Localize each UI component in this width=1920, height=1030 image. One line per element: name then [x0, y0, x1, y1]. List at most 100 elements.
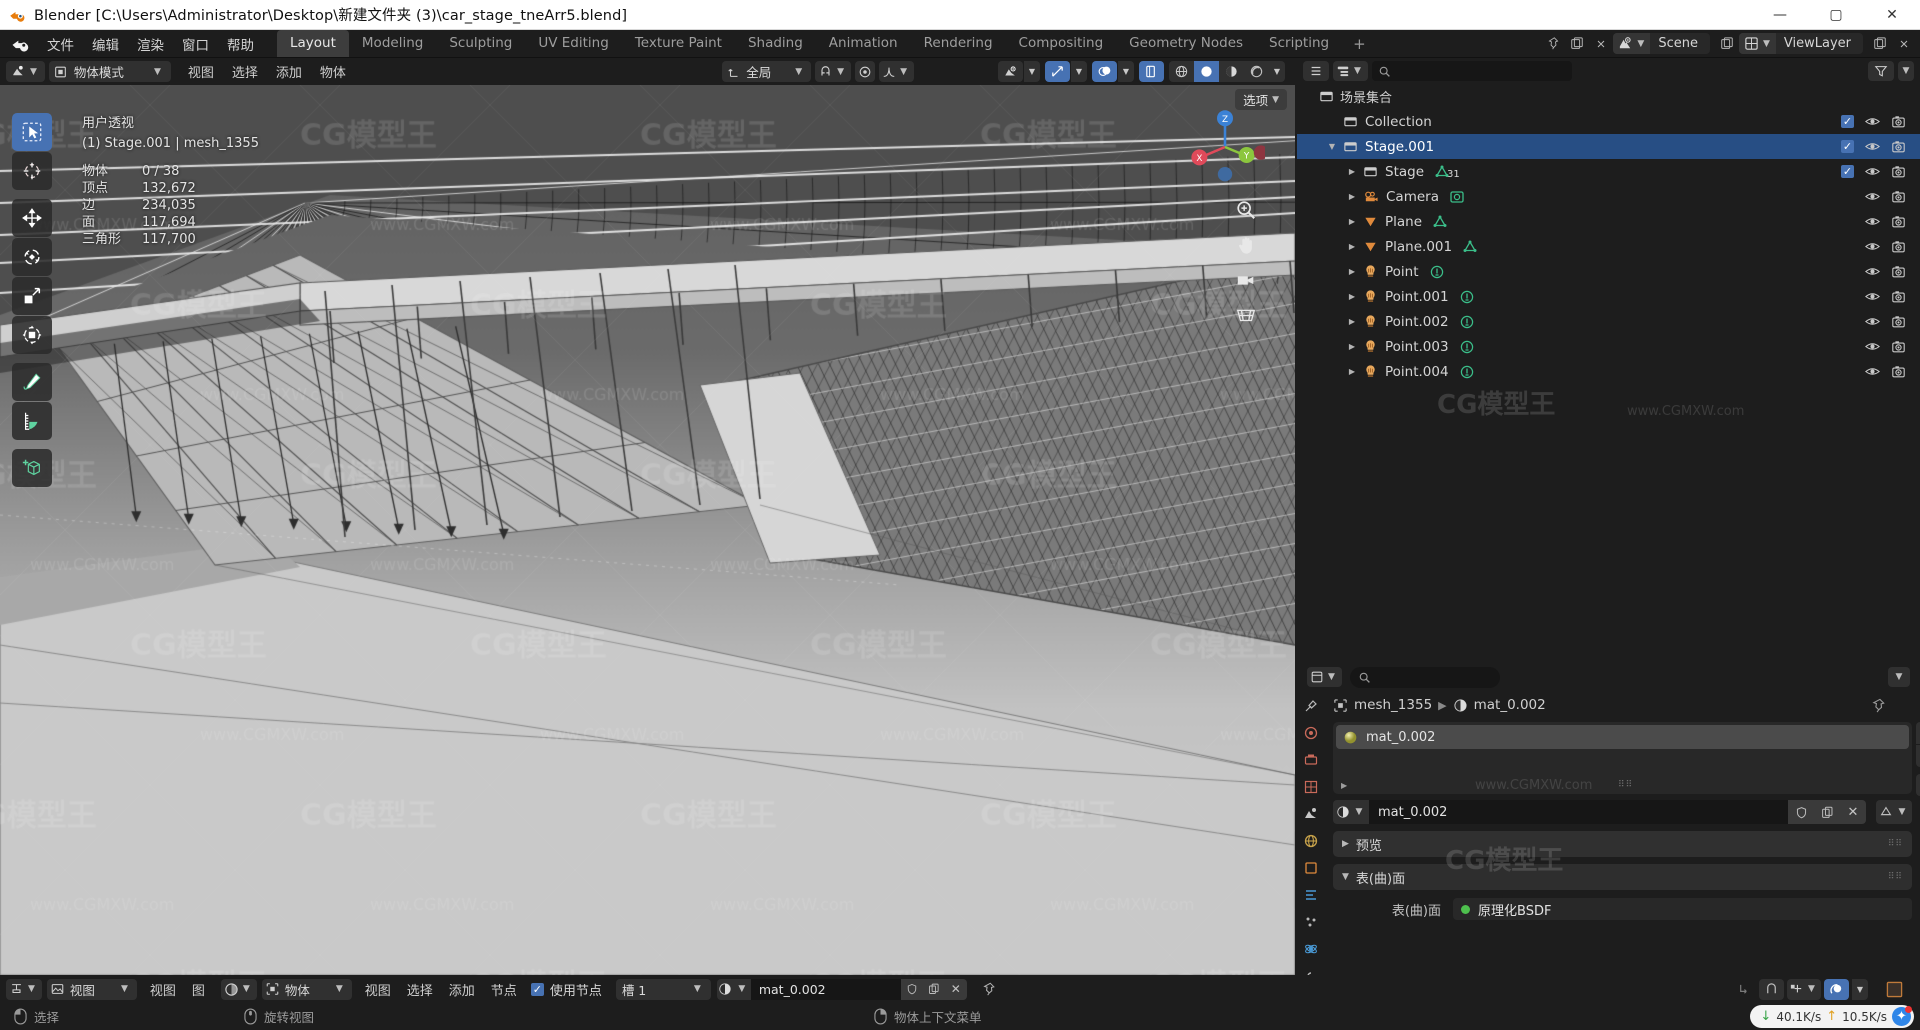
- overlays-toggle[interactable]: [1092, 61, 1117, 82]
- shading-solid-button[interactable]: [1194, 61, 1219, 82]
- disable-render-camera-icon[interactable]: [1891, 290, 1906, 304]
- shader-left-menu-0[interactable]: 视图: [142, 977, 184, 1002]
- auto-offset-chevron-down-icon[interactable]: ▼: [1852, 978, 1868, 1000]
- auto-offset-toggle[interactable]: [1824, 978, 1849, 1000]
- shading-rendered-button[interactable]: [1244, 61, 1269, 82]
- workspace-tab-layout[interactable]: Layout: [277, 30, 349, 57]
- use-nodes-toggle[interactable]: ✓ 使用节点: [530, 980, 602, 999]
- shader-left-menu-1[interactable]: 图: [184, 977, 213, 1002]
- mesh-data-icon[interactable]: 31: [1434, 164, 1460, 180]
- shader-menu-0[interactable]: 视图: [357, 977, 399, 1002]
- shading-material-preview-button[interactable]: [1219, 61, 1244, 82]
- xray-toggle[interactable]: [1139, 61, 1164, 82]
- copy-viewlayer-icon[interactable]: [1868, 33, 1892, 54]
- shader-context-dropdown[interactable]: 物体 ▼: [261, 978, 352, 1000]
- disable-render-camera-icon[interactable]: [1891, 365, 1906, 379]
- collapsed-chevron-icon[interactable]: ▶: [1345, 342, 1359, 351]
- outliner-row-stage[interactable]: ▶ Stage 31 ✓: [1297, 159, 1920, 184]
- tool-scale[interactable]: [12, 277, 52, 315]
- disable-render-camera-icon[interactable]: [1891, 165, 1906, 179]
- visibility-chevron-down-icon[interactable]: ▼: [1024, 61, 1040, 82]
- hide-viewport-eye-icon[interactable]: [1865, 290, 1880, 303]
- menu-2[interactable]: 渲染: [128, 31, 173, 57]
- outliner-row-point-004[interactable]: ▶ Point.004: [1297, 359, 1920, 384]
- menu-0[interactable]: 文件: [38, 31, 83, 57]
- proportional-falloff-dropdown[interactable]: ▼: [879, 61, 914, 82]
- exclude-checkbox[interactable]: ✓: [1841, 165, 1854, 178]
- shader-menu-3[interactable]: 节点: [483, 977, 525, 1002]
- scene-collection-row[interactable]: 场景集合: [1297, 84, 1920, 109]
- snap-magnet-toggle[interactable]: ▼: [815, 61, 852, 82]
- disable-render-camera-icon[interactable]: [1891, 115, 1906, 129]
- workspace-tab-shading[interactable]: Shading: [735, 30, 816, 57]
- outliner-row-stage-001[interactable]: ▼ Stage.001 ✓: [1297, 134, 1920, 159]
- outliner-row-plane[interactable]: ▶ Plane: [1297, 209, 1920, 234]
- light-data-icon[interactable]: [1459, 314, 1475, 330]
- material-name-field[interactable]: mat_0.002: [1369, 800, 1788, 824]
- maximize-button[interactable]: ▢: [1808, 0, 1864, 30]
- shading-chevron-down-icon[interactable]: ▼: [1269, 61, 1285, 82]
- disable-render-camera-icon[interactable]: [1891, 340, 1906, 354]
- node-preview-thumb[interactable]: [1882, 979, 1907, 1000]
- shading-type-button[interactable]: ▼: [220, 978, 257, 1000]
- camera-data-icon[interactable]: [1449, 189, 1465, 205]
- shader-material-name-field[interactable]: mat_0.002: [750, 978, 901, 1000]
- mesh-data-icon[interactable]: [1432, 214, 1448, 230]
- viewlayer-icon[interactable]: ▼: [1738, 33, 1776, 54]
- use-nodes-checkbox[interactable]: ✓: [530, 982, 544, 996]
- material-slot-item[interactable]: mat_0.002: [1336, 725, 1909, 749]
- zoom-icon[interactable]: [1233, 197, 1259, 223]
- menu-3[interactable]: 窗口: [173, 31, 218, 57]
- close-button[interactable]: ✕: [1864, 0, 1920, 30]
- remove-viewlayer-icon[interactable]: [1892, 33, 1916, 54]
- breadcrumb-material[interactable]: mat_0.002: [1474, 697, 1546, 713]
- outliner-editor-type-button[interactable]: [1303, 61, 1329, 81]
- gizmos-chevron-down-icon[interactable]: ▼: [1071, 61, 1087, 82]
- light-data-icon[interactable]: [1459, 339, 1475, 355]
- workspace-tab-uv-editing[interactable]: UV Editing: [525, 30, 621, 57]
- collapsed-chevron-icon[interactable]: ▶: [1345, 267, 1359, 276]
- panel-surface-header[interactable]: ▼ 表(曲)面 ⠿⠿: [1333, 864, 1912, 890]
- outliner-row-point-003[interactable]: ▶ Point.003: [1297, 334, 1920, 359]
- menu-1[interactable]: 编辑: [83, 31, 128, 57]
- viewport-menu-2[interactable]: 添加: [267, 59, 311, 84]
- tab-modifiers[interactable]: [1301, 887, 1321, 903]
- surface-shader-dropdown[interactable]: 原理化BSDF: [1453, 898, 1912, 920]
- exclude-checkbox[interactable]: ✓: [1841, 115, 1854, 128]
- overlays-chevron-down-icon[interactable]: ▼: [1118, 61, 1134, 82]
- shader-menu-2[interactable]: 添加: [441, 977, 483, 1002]
- unlink-scene-icon[interactable]: [1589, 33, 1613, 54]
- tool-measure[interactable]: [12, 402, 52, 440]
- light-data-icon[interactable]: [1459, 364, 1475, 380]
- scene-selector[interactable]: ▼ Scene: [1613, 33, 1710, 54]
- viewport-render-canvas[interactable]: [0, 85, 1295, 975]
- camera-view-icon[interactable]: [1233, 267, 1259, 293]
- workspace-tab-modeling[interactable]: Modeling: [349, 30, 436, 57]
- disable-render-camera-icon[interactable]: [1891, 190, 1906, 204]
- outliner-row-point-001[interactable]: ▶ Point.001: [1297, 284, 1920, 309]
- shader-copy-material-icon[interactable]: [922, 978, 945, 1000]
- outliner-row-point[interactable]: ▶ Point: [1297, 259, 1920, 284]
- minimize-button[interactable]: —: [1752, 0, 1808, 30]
- workspace-tab-rendering[interactable]: Rendering: [911, 30, 1006, 57]
- light-data-icon[interactable]: [1429, 264, 1445, 280]
- viewport-menu-1[interactable]: 选择: [223, 59, 267, 84]
- hide-viewport-eye-icon[interactable]: [1865, 240, 1880, 253]
- tab-physics[interactable]: [1301, 941, 1321, 957]
- outliner-search-input[interactable]: [1371, 61, 1572, 81]
- snap-magnet-toggle-shader[interactable]: [1759, 978, 1784, 1000]
- tool-tweak-select[interactable]: [12, 113, 52, 151]
- tab-tool[interactable]: [1301, 698, 1321, 714]
- collapsed-chevron-icon[interactable]: ▶: [1345, 292, 1359, 301]
- shader-editor-type-button[interactable]: ▼: [6, 978, 42, 1000]
- material-data-type-button[interactable]: ▼: [1876, 800, 1912, 824]
- light-data-icon[interactable]: [1459, 289, 1475, 305]
- material-specials-chevron-down-icon[interactable]: ▼: [1916, 774, 1920, 796]
- panel-preview-header[interactable]: ▶ 预览 ⠿⠿: [1333, 831, 1912, 857]
- snap-node-element-dropdown[interactable]: ▼: [1787, 978, 1821, 1000]
- menu-4[interactable]: 帮助: [218, 31, 263, 57]
- gizmos-toggle[interactable]: [1045, 61, 1070, 82]
- tool-transform[interactable]: [12, 316, 52, 354]
- viewport-3d[interactable]: 用户透视 (1) Stage.001 | mesh_1355 物体 0 / 38 顶…: [0, 85, 1295, 975]
- new-viewlayer-icon[interactable]: [1715, 33, 1739, 54]
